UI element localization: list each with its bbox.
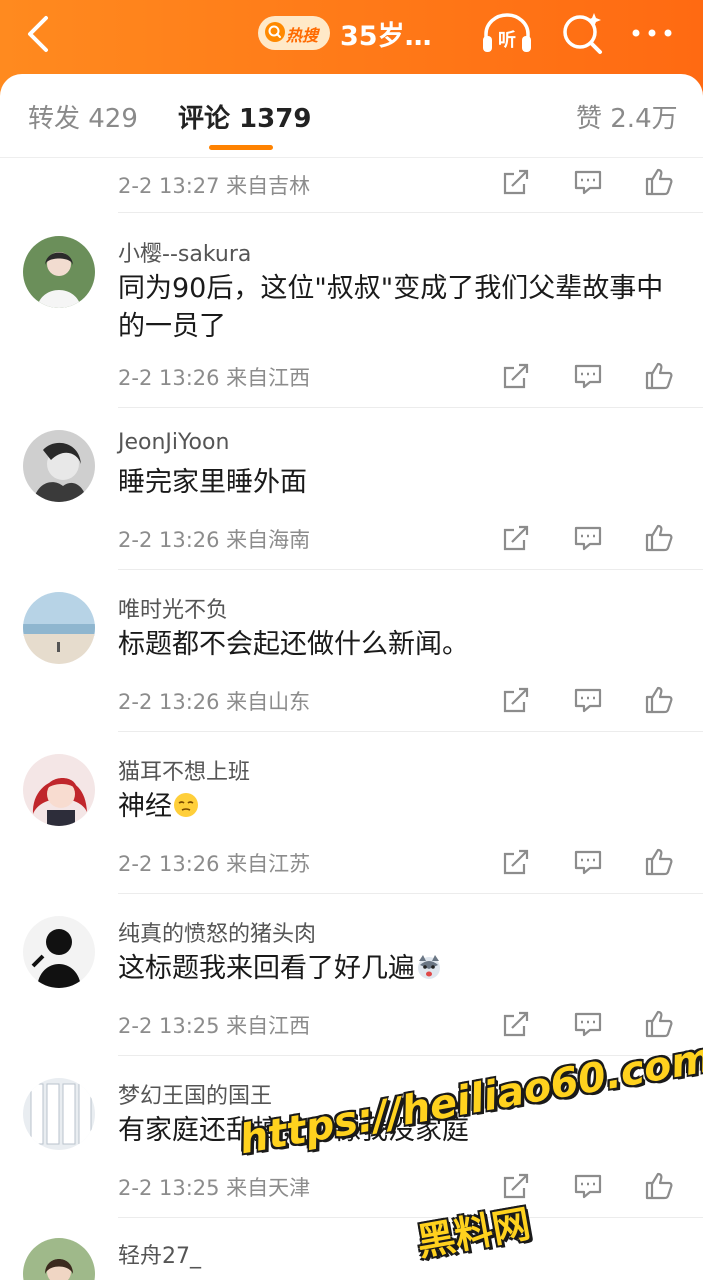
like-icon[interactable]	[643, 1008, 675, 1040]
comment-text: 标题都不会起还做什么新闻。	[118, 629, 469, 660]
comment-meta: 2-2 13:27 来自吉林	[118, 174, 311, 198]
comment-text: 这标题我来回看了好几遍	[118, 950, 678, 988]
comment-text: 同为90后，这位"叔叔"变成了我们父辈故事中的一员了	[118, 273, 664, 342]
share-icon[interactable]	[500, 1170, 532, 1202]
listen-label: 听	[498, 29, 516, 51]
avatar[interactable]	[23, 916, 95, 988]
comment-meta: 2-2 13:25 来自天津	[118, 1176, 311, 1200]
share-icon[interactable]	[500, 522, 532, 554]
comment-meta: 2-2 13:26 来自江西	[118, 366, 311, 390]
username[interactable]: 唯时光不负	[118, 592, 228, 624]
hot-search-label: 热搜	[286, 26, 319, 45]
listen-button[interactable]: 听	[480, 12, 534, 56]
search-sparkle-icon	[563, 13, 602, 54]
comment-item: JeonJiYoon 睡完家里睡外面 2-2 13:26 来自海南	[0, 408, 703, 570]
comment-icon[interactable]	[572, 166, 604, 198]
share-icon[interactable]	[500, 846, 532, 878]
comment-text: 神经	[118, 788, 678, 826]
comment-text-body: 这标题我来回看了好几遍	[118, 953, 415, 984]
comment-item: 轻舟27_	[0, 1218, 703, 1280]
comment-icon[interactable]	[572, 846, 604, 878]
username[interactable]: 轻舟27_	[118, 1238, 201, 1270]
share-icon[interactable]	[500, 684, 532, 716]
username[interactable]: 猫耳不想上班	[118, 754, 250, 786]
tab-reposts[interactable]: 转发 429	[28, 98, 138, 135]
comment-icon[interactable]	[572, 1170, 604, 1202]
comment-text-body: 神经	[118, 791, 172, 822]
comment-icon[interactable]	[572, 360, 604, 392]
share-icon[interactable]	[500, 1008, 532, 1040]
username[interactable]: 小樱--sakura	[118, 236, 251, 268]
share-icon[interactable]	[500, 360, 532, 392]
like-icon[interactable]	[643, 1170, 675, 1202]
like-icon[interactable]	[643, 166, 675, 198]
more-button[interactable]	[628, 18, 676, 48]
comment-text: 睡完家里睡外面	[118, 467, 307, 498]
share-icon[interactable]	[500, 166, 532, 198]
username[interactable]: 梦幻王国的国王	[118, 1078, 272, 1110]
divider	[118, 212, 703, 213]
comment-item: 小樱--sakura 同为90后，这位"叔叔"变成了我们父辈故事中的一员了 2-…	[0, 214, 703, 408]
tab-comments[interactable]: 评论 1379	[178, 98, 311, 135]
comment-meta: 2-2 13:26 来自海南	[118, 528, 311, 552]
comment-icon[interactable]	[572, 1008, 604, 1040]
comment-icon[interactable]	[572, 684, 604, 716]
search-button[interactable]	[560, 10, 606, 56]
avatar[interactable]	[23, 236, 95, 308]
more-icon	[632, 29, 672, 37]
username[interactable]: JeonJiYoon	[118, 430, 229, 455]
like-icon[interactable]	[643, 684, 675, 716]
comment-icon[interactable]	[572, 522, 604, 554]
comment-item: 猫耳不想上班 神经 2-2 13:26 来自江苏	[0, 732, 703, 894]
tab-likes[interactable]: 赞 2.4万	[576, 98, 678, 135]
comment-text: 有家庭还乱搞，不像我没家庭	[118, 1115, 469, 1146]
like-icon[interactable]	[643, 846, 675, 878]
search-hot-icon	[265, 22, 285, 42]
avatar[interactable]	[23, 592, 95, 664]
back-arrow-icon	[28, 16, 48, 52]
husky-emoji-icon	[418, 955, 440, 979]
like-icon[interactable]	[643, 522, 675, 554]
comment-meta: 2-2 13:26 来自江苏	[118, 852, 311, 876]
back-button[interactable]	[18, 12, 62, 56]
comment-item: 梦幻王国的国王 有家庭还乱搞，不像我没家庭 2-2 13:25 来自天津	[0, 1056, 703, 1218]
tab-bar: 转发 429 评论 1379 赞 2.4万	[0, 74, 703, 158]
avatar[interactable]	[23, 754, 95, 826]
sleepy-face-emoji-icon	[174, 793, 198, 817]
avatar[interactable]	[23, 1078, 95, 1150]
hot-search-tag[interactable]: 热搜	[258, 16, 330, 50]
comment-meta: 2-2 13:26 来自山东	[118, 690, 311, 714]
like-icon[interactable]	[643, 360, 675, 392]
comment-item: 2-2 13:27 来自吉林	[0, 158, 703, 214]
active-tab-indicator	[209, 145, 273, 150]
listen-icon: 听	[483, 13, 531, 52]
comment-item: 纯真的愤怒的猪头肉 这标题我来回看了好几遍 2-2 13:25 来自江西	[0, 894, 703, 1056]
username[interactable]: 纯真的愤怒的猪头肉	[118, 916, 316, 948]
avatar[interactable]	[23, 430, 95, 502]
comment-item: 唯时光不负 标题都不会起还做什么新闻。 2-2 13:26 来自山东	[0, 570, 703, 732]
comment-meta: 2-2 13:25 来自江西	[118, 1014, 311, 1038]
page-title[interactable]: 35岁…	[340, 14, 432, 53]
avatar[interactable]	[23, 1238, 95, 1280]
